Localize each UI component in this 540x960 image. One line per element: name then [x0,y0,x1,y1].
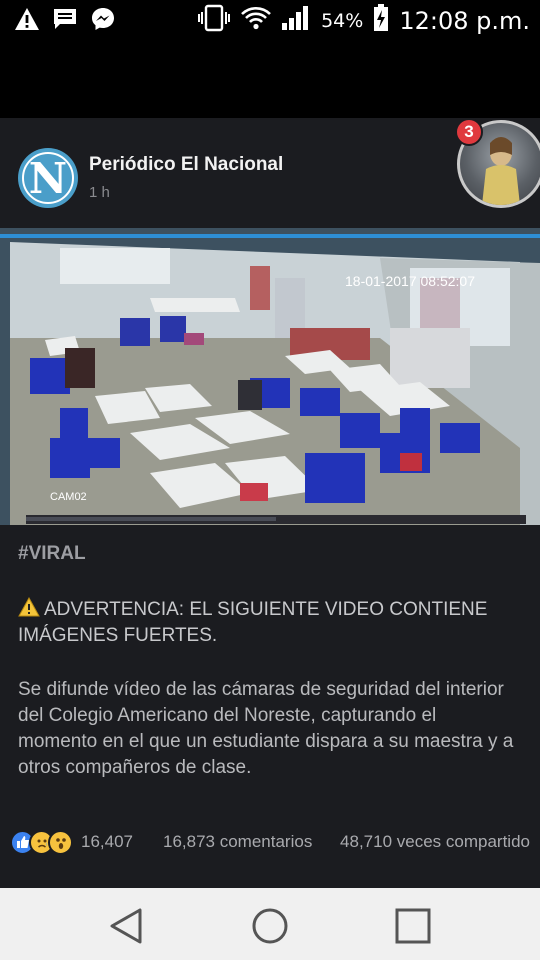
newspaper-logo-icon: N [22,152,74,204]
message-icon [52,7,78,36]
vibrate-icon [197,4,231,37]
post-description: Se difunde vídeo de las cámaras de segur… [18,679,514,778]
post-video[interactable]: 18-01-2017 08:52:07 CAM02 [0,228,540,525]
post-body: #VIRAL ADVERTENCIA: EL SIGUIENTE VIDEO C… [18,543,518,781]
clock: 12:08 p.m. [399,6,530,35]
messenger-icon [90,6,116,37]
status-bar: 54% 12:08 p.m. [0,0,540,40]
recents-icon[interactable] [393,906,433,946]
page-name[interactable]: Periódico El Nacional [89,154,283,176]
shares-count[interactable]: 48,710 veces compartido [340,832,530,852]
battery-charging-icon [373,4,389,37]
chat-head[interactable]: 3 [455,118,540,210]
reactions-bar: 16,407 16,873 comentarios 48,710 veces c… [10,828,530,856]
signal-icon [281,5,311,36]
post-time[interactable]: 1 h [89,184,110,201]
reaction-icons[interactable] [10,829,73,855]
page-avatar[interactable]: N [18,148,78,208]
chat-unread-badge: 3 [455,118,483,146]
reactions-count[interactable]: 16,407 [81,832,133,852]
camera-label: CAM02 [50,491,87,503]
warning-text: ADVERTENCIA: EL SIGUIENTE VIDEO CONTIENE… [18,596,518,649]
video-timestamp: 18-01-2017 08:52:07 [345,273,475,289]
post-card: N Periódico El Nacional 1 h 18-01-2017 0… [0,118,540,888]
warning-icon [14,7,40,36]
warning-label: ADVERTENCIA: EL SIGUIENTE VIDEO CONTIENE… [18,599,488,646]
battery-percent: 54% [321,9,364,32]
wow-icon [48,829,73,855]
navigation-bar [0,888,540,960]
home-icon[interactable] [250,906,290,946]
warning-icon [18,596,40,617]
back-icon[interactable] [108,906,148,946]
wifi-icon [241,6,272,35]
hashtag-link[interactable]: #VIRAL [18,543,518,565]
comments-count[interactable]: 16,873 comentarios [163,832,312,852]
